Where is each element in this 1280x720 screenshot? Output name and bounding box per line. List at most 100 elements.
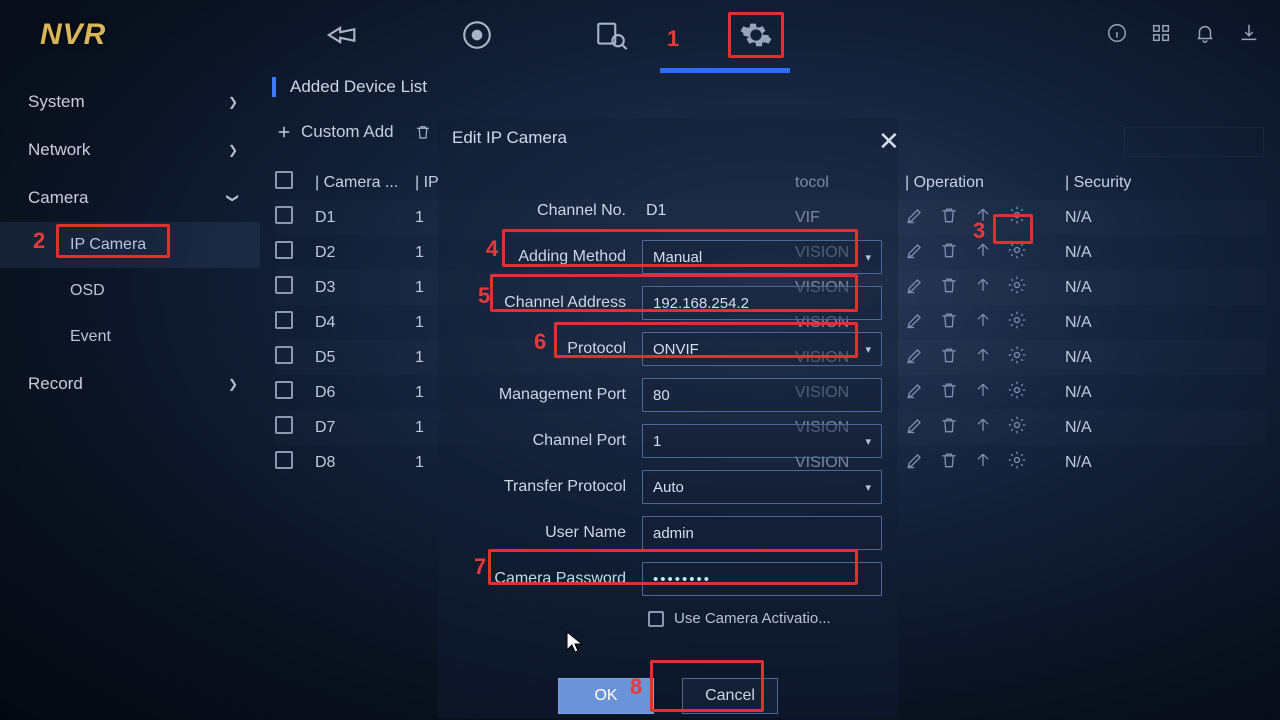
annotation-box-3 bbox=[993, 214, 1033, 244]
delete-icon[interactable] bbox=[939, 240, 959, 265]
cell-security: N/A bbox=[1065, 279, 1145, 297]
upgrade-icon[interactable] bbox=[973, 450, 993, 475]
live-view-icon[interactable] bbox=[326, 18, 360, 52]
row-checkbox[interactable] bbox=[275, 206, 293, 224]
config-icon[interactable] bbox=[1007, 415, 1027, 440]
edit-icon[interactable] bbox=[905, 205, 925, 230]
delete-button[interactable] bbox=[414, 123, 432, 141]
edit-icon[interactable] bbox=[905, 380, 925, 405]
cell-security: N/A bbox=[1065, 419, 1145, 437]
close-icon[interactable]: ✕ bbox=[878, 126, 900, 157]
password-input[interactable]: •••••••• bbox=[642, 562, 882, 596]
sidebar-subitem-event[interactable]: Event bbox=[0, 314, 260, 360]
management-port-input[interactable]: 80 bbox=[642, 378, 882, 412]
row-checkbox[interactable] bbox=[275, 311, 293, 329]
chevron-down-icon: ▾ bbox=[865, 251, 871, 264]
edit-icon[interactable] bbox=[905, 450, 925, 475]
username-input[interactable]: admin bbox=[642, 516, 882, 550]
cancel-button[interactable]: Cancel bbox=[682, 678, 778, 714]
edit-icon[interactable] bbox=[905, 415, 925, 440]
delete-icon[interactable] bbox=[939, 450, 959, 475]
config-icon[interactable] bbox=[1007, 345, 1027, 370]
annotation-8: 8 bbox=[630, 674, 642, 700]
active-tab-underline bbox=[660, 68, 790, 73]
delete-icon[interactable] bbox=[939, 310, 959, 335]
row-checkbox[interactable] bbox=[275, 381, 293, 399]
row-checkbox[interactable] bbox=[275, 416, 293, 434]
annotation-1: 1 bbox=[667, 26, 679, 52]
sidebar-item-network[interactable]: Network ❯ bbox=[0, 126, 260, 174]
grid-icon[interactable] bbox=[1150, 22, 1172, 49]
file-search-icon[interactable] bbox=[594, 18, 628, 52]
settings-icon[interactable] bbox=[728, 12, 784, 58]
chevron-down-icon: ▾ bbox=[865, 435, 871, 448]
annotation-7: 7 bbox=[474, 554, 486, 580]
delete-icon[interactable] bbox=[939, 415, 959, 440]
config-icon[interactable] bbox=[1007, 380, 1027, 405]
modal-header: Edit IP Camera ✕ bbox=[438, 118, 898, 158]
chevron-right-icon: ❯ bbox=[228, 377, 238, 391]
select-all-checkbox[interactable] bbox=[275, 171, 293, 189]
export-icon[interactable] bbox=[1238, 22, 1260, 49]
input-value: admin bbox=[653, 525, 694, 542]
modal-title: Edit IP Camera bbox=[452, 128, 567, 148]
page-title: Added Device List bbox=[290, 77, 427, 97]
delete-icon[interactable] bbox=[939, 380, 959, 405]
edit-icon[interactable] bbox=[905, 345, 925, 370]
col-operation: | Operation bbox=[905, 174, 1065, 192]
delete-icon[interactable] bbox=[939, 205, 959, 230]
annotation-5: 5 bbox=[478, 283, 490, 309]
cell-security: N/A bbox=[1065, 314, 1145, 332]
upgrade-icon[interactable] bbox=[973, 380, 993, 405]
edit-icon[interactable] bbox=[905, 310, 925, 335]
row-checkbox[interactable] bbox=[275, 346, 293, 364]
upgrade-icon[interactable] bbox=[973, 345, 993, 370]
cell-security: N/A bbox=[1065, 454, 1145, 472]
delete-icon[interactable] bbox=[939, 275, 959, 300]
info-icon[interactable] bbox=[1106, 22, 1128, 49]
channel-port-select[interactable]: 1 ▾ bbox=[642, 424, 882, 458]
edit-icon[interactable] bbox=[905, 240, 925, 265]
button-label: Cancel bbox=[705, 687, 755, 705]
cell-channel: D5 bbox=[315, 349, 415, 367]
channel-address-input[interactable]: 192.168.254.2 bbox=[642, 286, 882, 320]
cell-channel: D3 bbox=[315, 279, 415, 297]
sidebar-item-system[interactable]: System ❯ bbox=[0, 78, 260, 126]
cell-operation bbox=[905, 345, 1065, 370]
row-checkbox[interactable] bbox=[275, 241, 293, 259]
edit-icon[interactable] bbox=[905, 275, 925, 300]
topbar-right bbox=[1106, 22, 1260, 49]
page-header: Added Device List bbox=[272, 77, 427, 97]
upgrade-icon[interactable] bbox=[973, 310, 993, 335]
sidebar-item-label: Event bbox=[70, 328, 111, 346]
sidebar-item-camera[interactable]: Camera ❯ bbox=[0, 174, 260, 222]
sidebar-subitem-osd[interactable]: OSD bbox=[0, 268, 260, 314]
delete-icon[interactable] bbox=[939, 345, 959, 370]
transfer-protocol-label: Transfer Protocol bbox=[450, 478, 630, 496]
upgrade-icon[interactable] bbox=[973, 415, 993, 440]
col-camera: | Camera ... bbox=[315, 174, 415, 192]
sidebar-item-label: System bbox=[28, 92, 85, 112]
input-value: 192.168.254.2 bbox=[653, 295, 749, 312]
adding-method-select[interactable]: Manual ▾ bbox=[642, 240, 882, 274]
disabled-button bbox=[1124, 127, 1264, 157]
config-icon[interactable] bbox=[1007, 275, 1027, 300]
sidebar-item-record[interactable]: Record ❯ bbox=[0, 360, 260, 408]
top-bar: NVR bbox=[0, 0, 1280, 70]
cell-channel: D8 bbox=[315, 454, 415, 472]
channel-port-label: Channel Port bbox=[450, 432, 630, 450]
chevron-down-icon: ▾ bbox=[865, 343, 871, 356]
row-checkbox[interactable] bbox=[275, 451, 293, 469]
cell-security: N/A bbox=[1065, 384, 1145, 402]
use-activation-checkbox[interactable] bbox=[648, 611, 664, 627]
upgrade-icon[interactable] bbox=[973, 275, 993, 300]
protocol-select[interactable]: ONVIF ▾ bbox=[642, 332, 882, 366]
row-checkbox[interactable] bbox=[275, 276, 293, 294]
cell-operation bbox=[905, 450, 1065, 475]
custom-add-button[interactable]: Custom Add bbox=[275, 122, 394, 142]
playback-icon[interactable] bbox=[460, 18, 494, 52]
bell-icon[interactable] bbox=[1194, 22, 1216, 49]
config-icon[interactable] bbox=[1007, 450, 1027, 475]
config-icon[interactable] bbox=[1007, 310, 1027, 335]
transfer-protocol-select[interactable]: Auto ▾ bbox=[642, 470, 882, 504]
